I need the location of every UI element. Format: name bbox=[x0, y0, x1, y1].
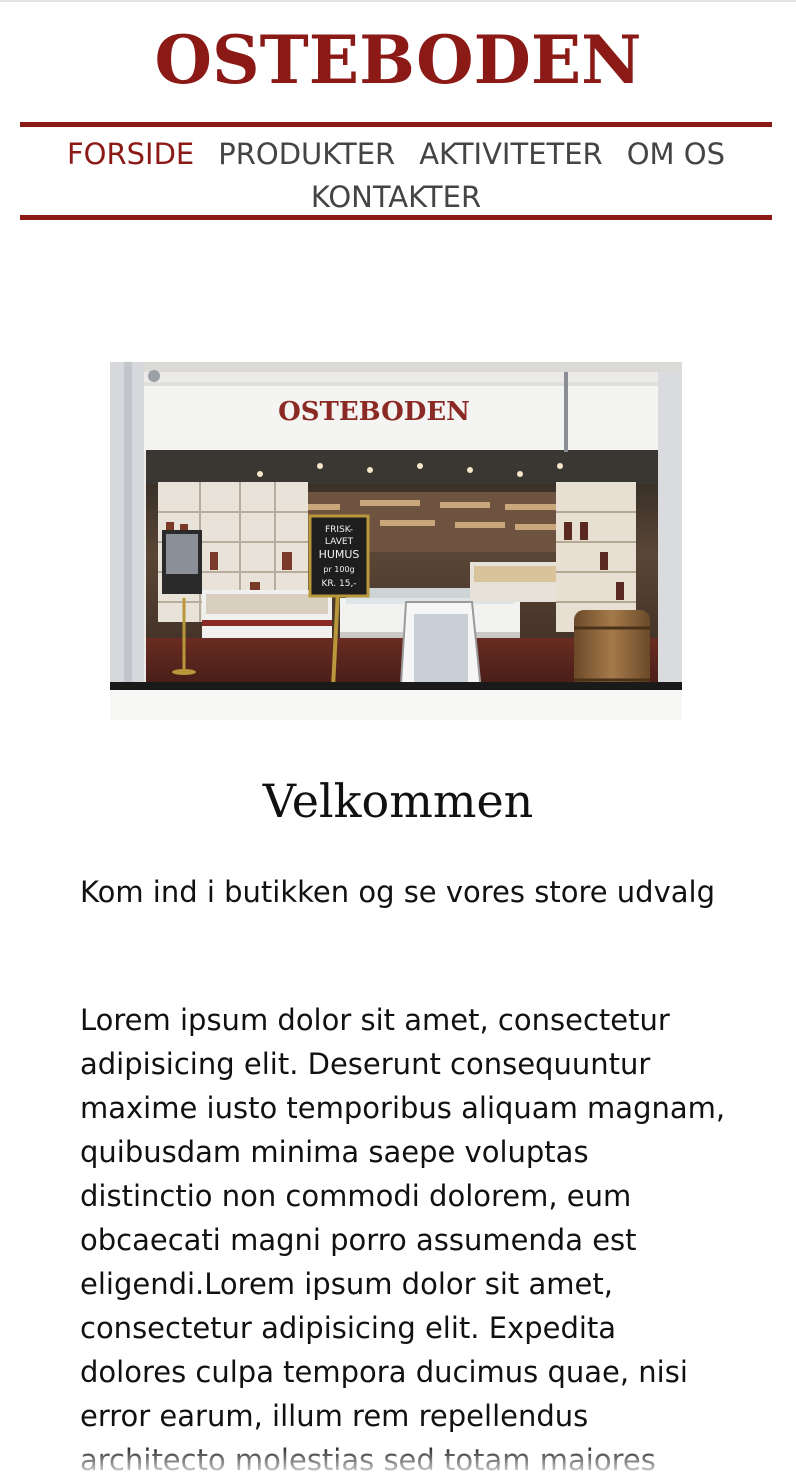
shop-front-image: OSTEBODEN FRISK- LAVET HUMUS pr 100g KR.… bbox=[110, 362, 682, 720]
nav-item-produkter[interactable]: PRODUKTER bbox=[218, 133, 395, 176]
body-text: Lorem ipsum dolor sit amet, consectetur … bbox=[80, 1003, 726, 1474]
main-navigation: FORSIDE PRODUKTER AKTIVITETER OM OS KONTAKTE… bbox=[20, 122, 772, 220]
nav-item-forside[interactable]: FORSIDE bbox=[67, 133, 194, 176]
nav-item-kontakter[interactable]: KONTAKTER bbox=[311, 176, 481, 219]
nav-item-om-os[interactable]: OM OS bbox=[627, 133, 725, 176]
chalkboard-line-2: LAVET bbox=[325, 537, 354, 547]
chalkboard-line-3: HUMUS bbox=[319, 548, 360, 561]
chalkboard-line-5: KR. 15,- bbox=[321, 579, 356, 589]
intro-text: Kom ind i butikken og se vores store udv… bbox=[80, 875, 715, 909]
page-heading: Velkommen bbox=[262, 774, 534, 828]
nav-item-aktiviteter[interactable]: AKTIVITETER bbox=[419, 133, 603, 176]
chalkboard-line-1: FRISK- bbox=[325, 525, 353, 535]
top-edge-line bbox=[0, 0, 796, 2]
chalkboard-line-4: pr 100g bbox=[323, 565, 354, 574]
hero-sign-text: OSTEBODEN bbox=[278, 397, 470, 427]
site-logo[interactable]: OSTEBODEN bbox=[0, 20, 796, 100]
